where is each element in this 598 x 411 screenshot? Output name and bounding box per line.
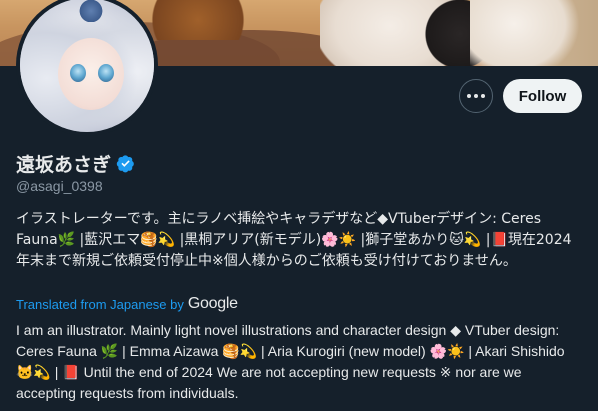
banner-character-hair	[470, 0, 580, 66]
avatar-frame	[16, 0, 158, 136]
google-logo: Google	[187, 295, 238, 312]
ellipsis-icon	[467, 94, 471, 98]
ellipsis-icon	[481, 94, 485, 98]
avatar-eye	[70, 64, 86, 82]
banner-tree	[150, 0, 270, 40]
follow-button[interactable]: Follow	[503, 79, 582, 113]
avatar-eye	[98, 64, 114, 82]
ellipsis-icon	[474, 94, 478, 98]
bio-translation: I am an illustrator. Mainly light novel …	[16, 322, 565, 401]
translated-from-label: Translated from Japanese by	[16, 296, 184, 312]
profile-handle: @asagi_0398	[16, 178, 103, 194]
avatar-hair-bow	[76, 0, 106, 22]
profile-name-row: 遠坂あさぎ	[16, 150, 135, 177]
more-button[interactable]	[459, 79, 493, 113]
verified-badge-icon[interactable]	[116, 154, 135, 173]
avatar-face	[58, 38, 124, 110]
translation-attribution[interactable]: Translated from Japanese by Google	[16, 295, 238, 313]
display-name: 遠坂あさぎ	[16, 154, 112, 176]
avatar[interactable]	[20, 0, 154, 132]
bio-original: イラストレーターです。主にラノベ挿絵やキャラデザなど◆VTuberデザイン: C…	[16, 211, 572, 269]
